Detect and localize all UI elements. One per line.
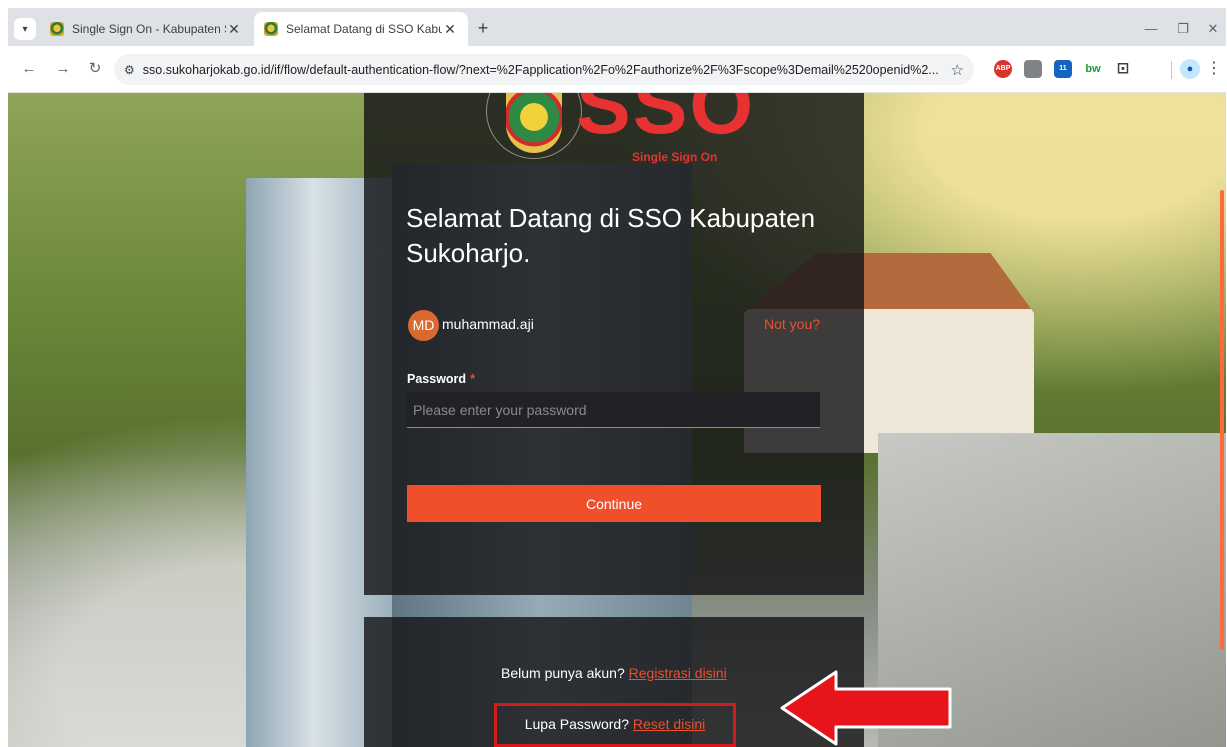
sso-login-page: SSO Single Sign On Selamat Datang di SSO… [8,93,1226,747]
regency-emblem-icon [506,93,562,153]
back-arrow-icon[interactable]: ← [18,58,40,80]
toolbar-divider [1171,61,1172,79]
tab-strip: ▾ Single Sign On - Kabupaten Sul ✕ Selam… [8,8,1226,50]
tab-search-icon[interactable]: ▾ [14,18,36,40]
kebab-menu-icon[interactable]: ⋮ [1206,58,1222,80]
required-mark: * [470,372,475,386]
close-tab-icon[interactable]: ✕ [226,21,242,38]
reset-password-highlight: Lupa Password? Reset disini [494,703,736,747]
password-label: Password * [407,372,475,386]
profile-avatar-icon[interactable]: ● [1180,59,1200,79]
user-avatar: MD [408,310,439,341]
restore-icon[interactable]: ❐ [1172,18,1194,40]
extensions-puzzle-icon[interactable]: ⊡ [1114,60,1132,78]
register-link[interactable]: Registrasi disini [629,665,727,681]
bookmark-star-icon[interactable]: ☆ [951,61,964,79]
forward-arrow-icon[interactable]: → [52,58,74,80]
not-you-link[interactable]: Not you? [764,316,820,332]
browser-toolbar: ← → ↻ ⚙ sso.sukoharjokab.go.id/if/flow/d… [8,46,1226,93]
register-line: Belum punya akun? Registrasi disini [8,665,1226,681]
continue-button[interactable]: Continue [407,485,821,522]
password-label-text: Password [407,372,467,386]
bw-extension-icon[interactable]: bw [1084,60,1102,78]
tab-title: Single Sign On - Kabupaten Sul [72,22,226,36]
favicon-icon [50,22,64,36]
site-info-icon[interactable]: ⚙ [124,63,135,77]
tab-title: Selamat Datang di SSO Kabupa [286,22,442,36]
new-tab-button[interactable]: + [472,18,494,40]
username-label: muhammad.aji [442,316,534,332]
reload-icon[interactable]: ↻ [84,58,106,80]
register-text: Belum punya akun? [501,665,625,681]
close-window-icon[interactable]: ✕ [1202,18,1224,40]
address-bar[interactable]: ⚙ sso.sukoharjokab.go.id/if/flow/default… [114,54,974,85]
adblock-extension-icon[interactable]: ABP [994,60,1012,78]
favicon-icon [264,22,278,36]
tab-single-sign-on[interactable]: Single Sign On - Kabupaten Sul ✕ [40,12,252,46]
reset-text: Lupa Password? [524,716,630,732]
url-text[interactable]: sso.sukoharjokab.go.id/if/flow/default-a… [143,63,943,77]
browser-window: ▾ Single Sign On - Kabupaten Sul ✕ Selam… [8,8,1226,747]
school-extension-icon[interactable]: 11 [1054,60,1072,78]
close-tab-icon[interactable]: ✕ [442,21,458,38]
password-input[interactable] [407,392,820,428]
logo-subtitle: Single Sign On [632,150,718,164]
sso-logo: SSO [576,93,756,151]
page-scrollbar[interactable] [1220,190,1224,650]
page-title: Selamat Datang di SSO Kabupaten Sukoharj… [406,203,816,268]
reset-password-link[interactable]: Reset disini [633,716,705,732]
tab-selamat-datang[interactable]: Selamat Datang di SSO Kabupa ✕ [254,12,468,46]
minimize-icon[interactable]: — [1140,18,1162,40]
red-arrow-icon [780,670,952,746]
reader-extension-icon[interactable] [1024,60,1042,78]
